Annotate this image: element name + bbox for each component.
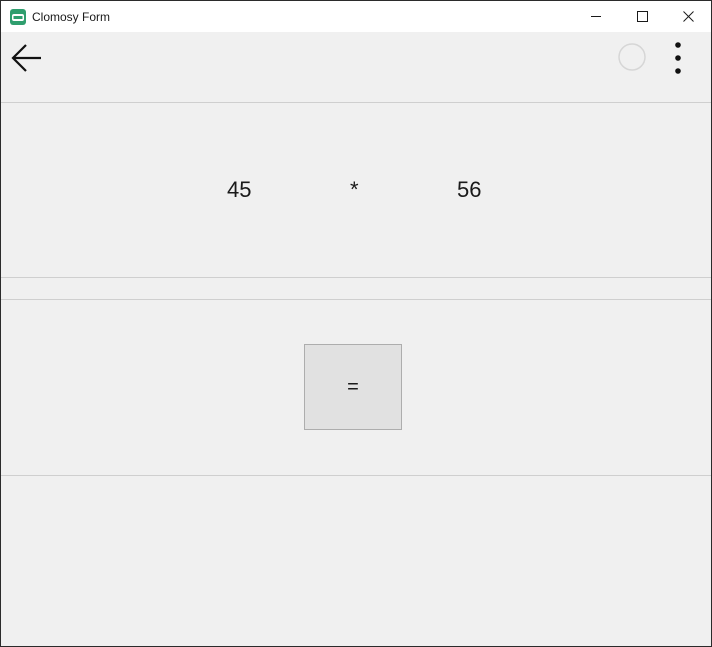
window-title: Clomosy Form bbox=[32, 10, 111, 24]
arrow-left-icon bbox=[11, 44, 41, 72]
title-bar: Clomosy Form bbox=[1, 1, 711, 32]
operator-label: * bbox=[350, 177, 359, 202]
close-icon bbox=[683, 11, 694, 22]
operand-a-label: 45 bbox=[227, 177, 252, 202]
minimize-icon bbox=[591, 16, 601, 17]
more-vertical-icon bbox=[675, 42, 681, 74]
maximize-button[interactable] bbox=[619, 1, 665, 32]
maximize-icon bbox=[637, 11, 648, 22]
operand-b-label: 56 bbox=[457, 177, 482, 202]
minimize-button[interactable] bbox=[573, 1, 619, 32]
back-button[interactable] bbox=[9, 40, 45, 76]
app-bar bbox=[1, 32, 711, 103]
circle-outline-icon bbox=[618, 43, 646, 71]
equals-panel: = bbox=[1, 299, 711, 476]
refresh-indicator[interactable] bbox=[618, 43, 646, 71]
more-menu-button[interactable] bbox=[667, 40, 689, 76]
close-button[interactable] bbox=[665, 1, 711, 32]
equals-button[interactable]: = bbox=[304, 344, 402, 430]
app-window: Clomosy Form 45 * 56 = bbox=[0, 0, 712, 647]
clomosy-app-icon bbox=[10, 9, 26, 25]
expression-panel: 45 * 56 bbox=[1, 103, 711, 278]
